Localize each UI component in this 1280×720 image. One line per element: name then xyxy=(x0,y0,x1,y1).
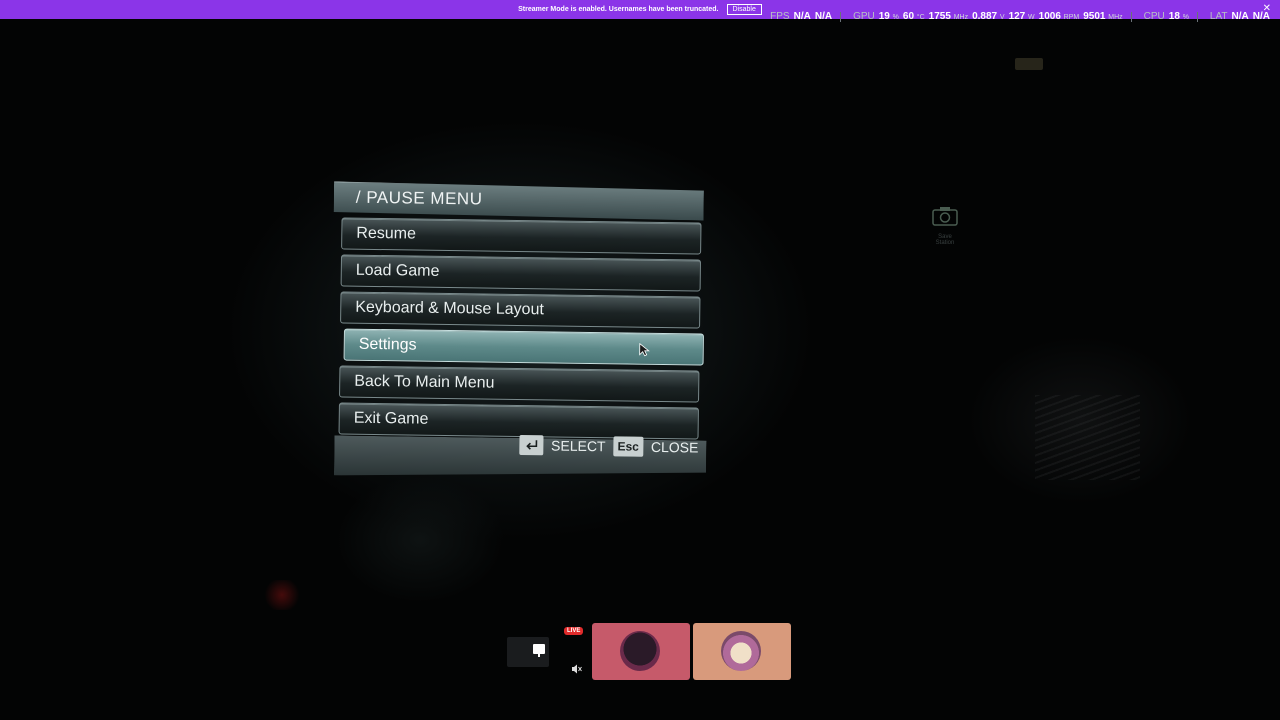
menu-item-label: Settings xyxy=(358,335,417,354)
latency-value-2: N/A xyxy=(1252,11,1270,22)
divider xyxy=(840,11,842,22)
pause-menu: / PAUSE MENU Resume Load Game Keyboard &… xyxy=(328,177,712,482)
gpu-clock-value: 1755 xyxy=(928,11,951,22)
disable-streamer-mode-button[interactable]: Disable xyxy=(726,4,762,15)
fps-value: N/A xyxy=(793,11,811,22)
menu-item-label: Resume xyxy=(356,224,417,243)
screen-share-tile[interactable] xyxy=(507,637,549,667)
close-hint: CLOSE xyxy=(650,438,699,456)
menu-item-keyboard-mouse-layout[interactable]: Keyboard & Mouse Layout xyxy=(340,291,701,329)
menu-item-back-to-main-menu[interactable]: Back To Main Menu xyxy=(339,365,700,403)
gpu-fan-value: 1006 xyxy=(1038,11,1061,22)
gpu-voltage-unit: V xyxy=(999,14,1005,21)
gpu-load-value: 19 xyxy=(878,11,890,22)
background-red-light xyxy=(262,580,302,610)
monitor-stand xyxy=(538,654,540,657)
streamer-mode-message: Streamer Mode is enabled. Usernames have… xyxy=(518,6,719,13)
footer-actions: SELECT Esc CLOSE xyxy=(518,434,699,458)
gpu-clock: 1755 MHz xyxy=(929,11,968,22)
gpu-power: 127 W xyxy=(1009,11,1035,22)
gpu-voltage: 0.887 V xyxy=(972,11,1004,22)
gpu-temp-value: 60 xyxy=(902,11,915,22)
gpu-load: 19 % xyxy=(879,11,899,22)
fps-label: FPS xyxy=(770,11,790,22)
gpu-fan-unit: RPM xyxy=(1063,14,1080,21)
latency-label: LAT xyxy=(1209,11,1228,22)
cpu-load-value: 18 xyxy=(1168,11,1180,22)
menu-item-resume[interactable]: Resume xyxy=(341,217,702,255)
fps-value-2: N/A xyxy=(814,11,833,22)
menu-item-label: Back To Main Menu xyxy=(354,372,495,392)
save-station-label: Save Station xyxy=(935,234,955,246)
mute-icon[interactable] xyxy=(571,664,582,674)
background-lamp xyxy=(1015,58,1043,70)
menu-item-label: Exit Game xyxy=(353,409,429,428)
select-hint: SELECT xyxy=(550,437,606,455)
mouse-cursor-icon xyxy=(639,342,650,357)
enter-key[interactable] xyxy=(518,434,544,456)
gpu-memory-clock: 9501 MHz xyxy=(1083,11,1122,22)
gpu-load-unit: % xyxy=(892,14,899,21)
gpu-power-value: 127 xyxy=(1008,11,1026,22)
live-badge: LIVE xyxy=(564,627,584,635)
gpu-power-unit: W xyxy=(1028,14,1035,21)
participant-tile-1[interactable] xyxy=(592,623,690,680)
performance-overlay: FPS N/A N/A GPU 19 % 60 °C 1755 MHz 0.88… xyxy=(766,11,1270,22)
menu-item-label: Load Game xyxy=(355,261,440,280)
cpu-load: 18 % xyxy=(1169,11,1189,22)
latency-value: N/A xyxy=(1231,11,1249,22)
gpu-fan: 1006 RPM xyxy=(1039,11,1080,22)
gpu-memory-unit: MHz xyxy=(1108,14,1123,21)
gpu-memory-value: 9501 xyxy=(1083,11,1106,22)
enter-key-icon xyxy=(525,440,537,450)
gpu-temp-unit: °C xyxy=(916,14,925,21)
gpu-clock-unit: MHz xyxy=(953,14,969,21)
avatar xyxy=(721,631,761,671)
background-grate xyxy=(1035,395,1140,480)
gpu-label: GPU xyxy=(853,11,875,22)
menu-item-load-game[interactable]: Load Game xyxy=(340,254,702,292)
menu-item-settings[interactable]: Settings xyxy=(343,328,704,366)
gpu-voltage-value: 0.887 xyxy=(972,11,998,22)
pause-menu-items: Resume Load Game Keyboard & Mouse Layout… xyxy=(338,217,704,444)
avatar xyxy=(620,631,660,671)
menu-item-label: Keyboard & Mouse Layout xyxy=(355,298,544,319)
cpu-label: CPU xyxy=(1143,11,1165,22)
divider xyxy=(1196,11,1198,22)
save-station-marker: Save Station xyxy=(930,205,960,246)
esc-key[interactable]: Esc xyxy=(613,436,644,457)
cpu-load-unit: % xyxy=(1182,14,1189,21)
menu-item-exit-game[interactable]: Exit Game xyxy=(338,402,699,440)
gpu-temp: 60 °C xyxy=(903,11,925,22)
monitor-icon xyxy=(533,644,545,654)
pause-menu-title: / PAUSE MENU xyxy=(355,187,483,209)
divider xyxy=(1130,11,1132,22)
participant-tile-2[interactable] xyxy=(693,623,791,680)
camera-icon xyxy=(932,207,958,226)
